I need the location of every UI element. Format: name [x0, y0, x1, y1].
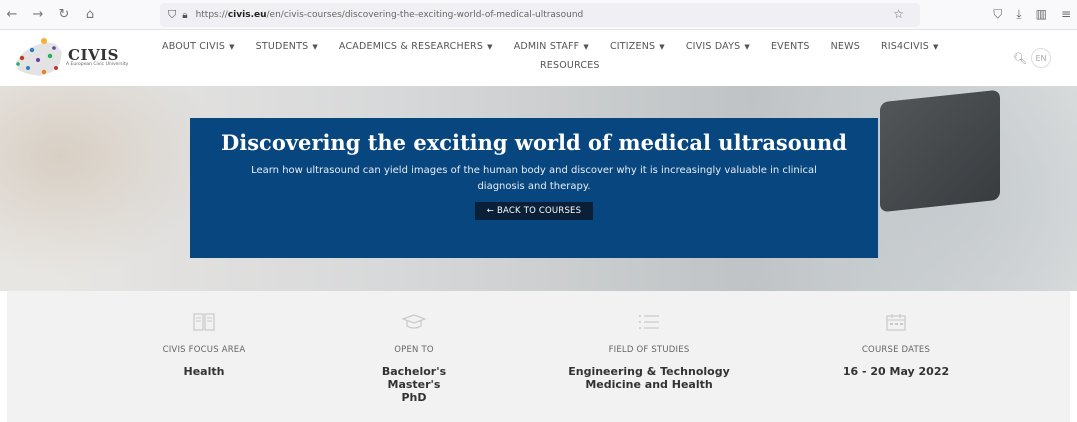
nav-item-label: EVENTS: [770, 41, 810, 52]
caret-down-icon: ▼: [487, 43, 493, 51]
caret-down-icon: ▼: [312, 43, 318, 51]
list-icon: [519, 313, 779, 333]
hero-card: Discovering the exciting world of medica…: [190, 118, 878, 258]
nav-item-label: CIVIS DAYS: [685, 41, 741, 52]
back-to-courses-button[interactable]: ← BACK TO COURSES: [474, 202, 594, 220]
graduation-cap-icon: [284, 313, 544, 333]
nav-item-ris4civis[interactable]: RIS4CIVIS ▼: [881, 41, 939, 52]
nav-item-label: ABOUT CIVIS: [162, 41, 226, 52]
civis-logo[interactable]: CIVIS A European Civic University: [10, 34, 130, 82]
course-description: Learn how ultrasound can yield images of…: [251, 165, 817, 192]
pocket-icon[interactable]: ⛉: [993, 7, 1002, 22]
nav-item-label: ACADEMICS & RESEARCHERS: [338, 41, 484, 52]
home-icon[interactable]: ⌂: [82, 7, 98, 22]
nav-item-academics-researchers[interactable]: ACADEMICS & RESEARCHERS ▼: [339, 41, 493, 52]
nav-item-civis-days[interactable]: CIVIS DAYS ▼: [686, 41, 750, 52]
info-label: COURSE DATES: [861, 345, 931, 355]
info-value: 16 - 20 May 2022: [766, 365, 1026, 378]
browser-toolbar: ← → ↻ ⌂ ⛉ 🔒︎ https://civis.eu/en/civis-c…: [0, 0, 1077, 30]
caret-down-icon: ▼: [659, 43, 665, 51]
info-value: Engineering & Technology Medicine and He…: [519, 365, 779, 391]
caret-down-icon: ▼: [744, 43, 750, 51]
value-line: PhD: [401, 391, 427, 404]
nav-item-label: STUDENTS: [255, 41, 309, 52]
value-line: Master's: [387, 378, 441, 391]
menu-icon[interactable]: ≡: [1061, 7, 1071, 22]
calendar-icon: [766, 313, 1026, 333]
info-label: OPEN TO: [394, 345, 434, 355]
nav-item-citizens[interactable]: CITIZENS ▼: [610, 41, 665, 52]
nav-item-label: RIS4CIVIS: [880, 41, 930, 52]
info-course-dates: COURSE DATES 16 - 20 May 2022: [766, 313, 1026, 378]
nav-item-resources[interactable]: RESOURCES: [540, 60, 600, 71]
ultrasound-monitor-image: [880, 89, 1000, 213]
nav-item-events[interactable]: EVENTS: [771, 41, 810, 52]
value-line: Medicine and Health: [585, 378, 713, 391]
hero-banner: Discovering the exciting world of medica…: [0, 86, 1077, 291]
bookmark-star-icon[interactable]: ☆: [893, 7, 904, 21]
info-open-to: OPEN TO Bachelor's Master's PhD: [284, 313, 544, 404]
search-icon[interactable]: 🔍︎: [1013, 52, 1027, 65]
nav-item-news[interactable]: NEWS: [831, 41, 860, 52]
nav-item-admin-staff[interactable]: ADMIN STAFF ▼: [514, 41, 589, 52]
nav-row: ABOUT CIVIS ▼ STUDENTS ▼ ACADEMICS & RESEARC…: [162, 41, 992, 52]
site-header: CIVIS A European Civic University ABOUT …: [0, 30, 1077, 86]
caret-down-icon: ▼: [229, 43, 235, 51]
lock-icon[interactable]: 🔒︎: [182, 10, 187, 21]
extensions-icon[interactable]: ▥: [1036, 7, 1047, 22]
value-line: 16 - 20 May 2022: [842, 365, 950, 378]
caret-down-icon: ▼: [933, 43, 939, 51]
caret-down-icon: ▼: [583, 43, 589, 51]
course-title: Discovering the exciting world of medica…: [221, 130, 847, 155]
language-switcher[interactable]: EN: [1031, 48, 1051, 68]
nav-item-label: ADMIN STAFF: [513, 41, 580, 52]
info-label: FIELD OF STUDIES: [608, 345, 690, 355]
value-line: Engineering & Technology: [568, 365, 730, 378]
course-info-strip: CIVIS FOCUS AREA Health OPEN TO Bachelor…: [7, 291, 1070, 422]
forward-arrow-icon[interactable]: →: [30, 7, 46, 22]
logo-subtitle: A European Civic University: [66, 62, 129, 67]
value-line: Bachelor's: [381, 365, 447, 378]
reload-icon[interactable]: ↻: [56, 7, 72, 22]
shield-icon[interactable]: ⛉: [168, 8, 176, 22]
address-bar[interactable]: ⛉ 🔒︎ https://civis.eu/en/civis-courses/d…: [160, 3, 920, 27]
nav-item-label: CITIZENS: [609, 41, 656, 52]
nav-item-about-civis[interactable]: ABOUT CIVIS ▼: [162, 41, 235, 52]
info-value: Bachelor's Master's PhD: [284, 365, 544, 404]
download-icon[interactable]: ⤓: [1016, 7, 1021, 22]
url-domain: civis.eu: [227, 10, 267, 20]
url-prefix: https://: [195, 10, 228, 20]
main-navigation: ABOUT CIVIS ▼ STUDENTS ▼ ACADEMICS & RESEARC…: [162, 41, 992, 71]
url-path: /en/civis-courses/discovering-the-exciti…: [266, 10, 584, 20]
nav-item-students[interactable]: STUDENTS ▼: [256, 41, 318, 52]
info-field-of-studies: FIELD OF STUDIES Engineering & Technolog…: [519, 313, 779, 391]
back-arrow-icon[interactable]: ←: [4, 7, 20, 22]
nav-item-label: NEWS: [830, 41, 860, 52]
